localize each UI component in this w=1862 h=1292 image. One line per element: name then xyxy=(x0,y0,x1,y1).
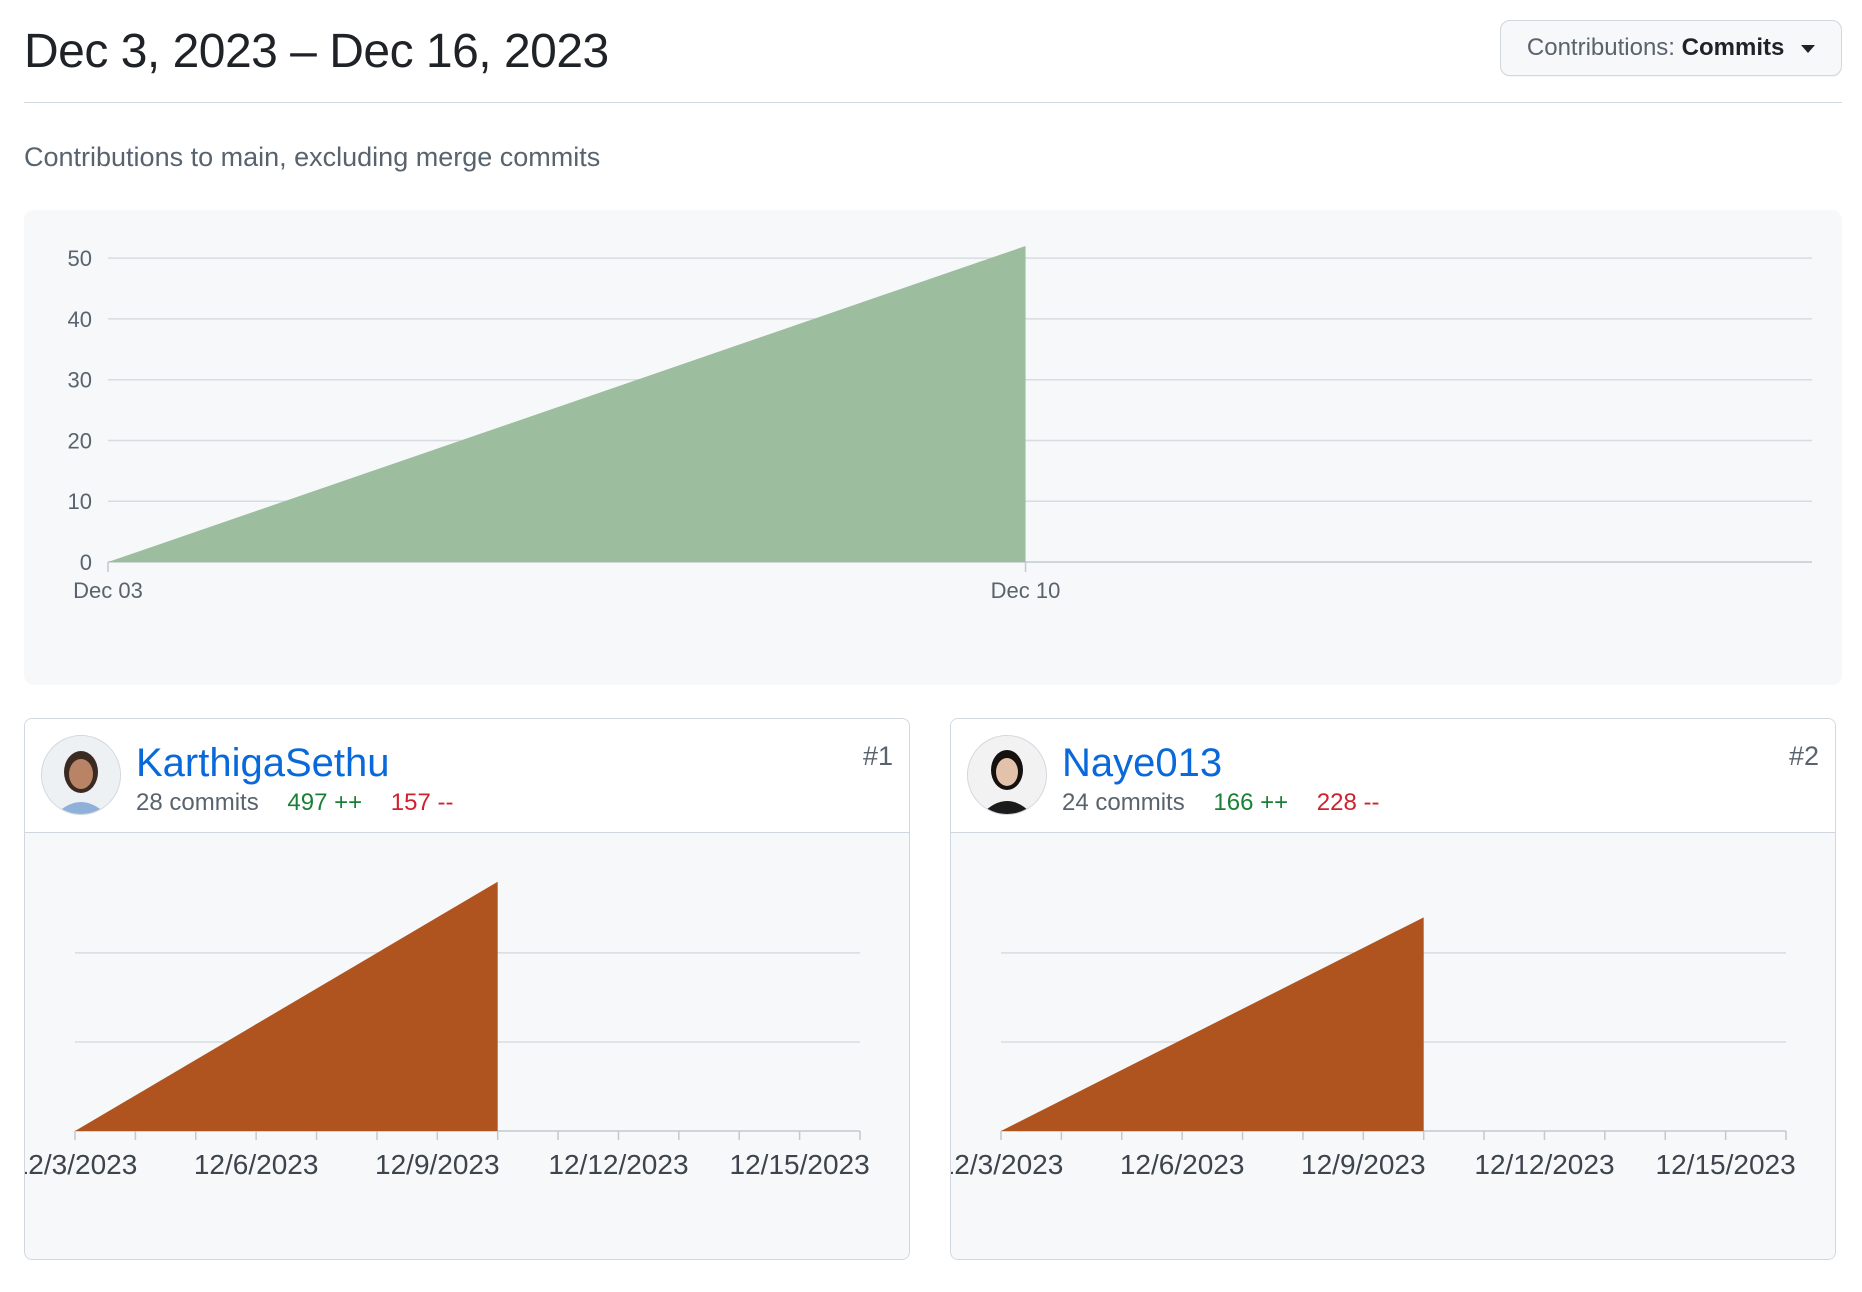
contributor-card-header: KarthigaSethu 28 commits 497 ++ 157 -- #… xyxy=(25,719,909,833)
x-tick-label: 12/3/2023 xyxy=(25,1149,137,1180)
contributor-chart-svg: 12/3/2023 12/6/2023 12/9/2023 12/12/2023 12/… xyxy=(951,917,1796,1180)
user-avatar-icon xyxy=(968,736,1046,814)
y-tick-label: 40 xyxy=(68,307,92,332)
y-tick-label: 0 xyxy=(80,550,92,575)
commit-count[interactable]: 24 commits xyxy=(1062,789,1185,816)
user-avatar-icon xyxy=(42,736,120,814)
page-header: Dec 3, 2023 – Dec 16, 2023 Contributions… xyxy=(24,16,1842,103)
caret-down-icon xyxy=(1801,44,1815,53)
avatar[interactable] xyxy=(967,735,1047,815)
dropdown-value: Commits xyxy=(1681,34,1785,61)
x-tick-label: Dec 03 xyxy=(73,578,143,603)
date-range-title: Dec 3, 2023 – Dec 16, 2023 xyxy=(24,25,609,78)
commits-area xyxy=(75,881,498,1131)
commit-count[interactable]: 28 commits xyxy=(136,789,259,816)
x-tick-label: 12/9/2023 xyxy=(1301,1149,1426,1180)
commits-area xyxy=(108,246,1026,562)
commits-area xyxy=(1001,917,1424,1131)
overview-chart-svg: 0 10 20 30 40 50 Dec 03 Dec 10 xyxy=(68,246,1812,603)
y-tick-label: 20 xyxy=(68,428,92,453)
y-tick-label: 50 xyxy=(68,246,92,271)
contributor-card: KarthigaSethu 28 commits 497 ++ 157 -- #… xyxy=(24,718,910,1260)
x-tick-label: 12/15/2023 xyxy=(1656,1149,1796,1180)
contributions-type-dropdown[interactable]: Contributions: Commits xyxy=(1499,20,1842,76)
avatar[interactable] xyxy=(41,735,121,815)
x-tick-label: 12/9/2023 xyxy=(375,1149,500,1180)
x-tick-label: Dec 10 xyxy=(991,578,1061,603)
contributor-card-header: Naye013 24 commits 166 ++ 228 -- #2 xyxy=(951,719,1835,833)
additions-count: 166 ++ xyxy=(1213,789,1289,816)
contributor-card: Naye013 24 commits 166 ++ 228 -- #2 12/3… xyxy=(950,718,1836,1260)
x-tick-label: 12/3/2023 xyxy=(951,1149,1063,1180)
x-tick-label: 12/15/2023 xyxy=(730,1149,870,1180)
y-tick-label: 10 xyxy=(68,489,92,514)
x-tick-label: 12/6/2023 xyxy=(1120,1149,1245,1180)
x-tick-label: 12/12/2023 xyxy=(548,1149,688,1180)
contributor-stats: 28 commits 497 ++ 157 -- xyxy=(136,789,454,817)
contributor-name-link[interactable]: KarthigaSethu xyxy=(136,741,390,786)
commits-overview-chart: 0 10 20 30 40 50 Dec 03 Dec 10 xyxy=(24,210,1842,685)
deletions-count: 228 -- xyxy=(1316,789,1380,816)
contributor-rank: #2 xyxy=(1788,741,1819,771)
contributor-chart: 12/3/2023 12/6/2023 12/9/2023 12/12/2023 12/… xyxy=(951,833,1835,1259)
deletions-count: 157 -- xyxy=(390,789,454,816)
contributor-chart: 12/3/2023 12/6/2023 12/9/2023 12/12/2023 12/… xyxy=(25,833,909,1259)
additions-count: 497 ++ xyxy=(287,789,363,816)
x-tick-label: 12/12/2023 xyxy=(1474,1149,1614,1180)
contributor-name-link[interactable]: Naye013 xyxy=(1062,741,1222,786)
contributor-rank: #1 xyxy=(862,741,893,771)
contributor-chart-svg: 12/3/2023 12/6/2023 12/9/2023 12/12/2023 12/… xyxy=(25,881,870,1180)
x-tick-label: 12/6/2023 xyxy=(194,1149,319,1180)
chart-subtitle: Contributions to main, excluding merge c… xyxy=(24,142,601,172)
y-tick-label: 30 xyxy=(68,368,92,393)
dropdown-label: Contributions: xyxy=(1526,34,1675,61)
contributor-stats: 24 commits 166 ++ 228 -- xyxy=(1062,789,1380,817)
